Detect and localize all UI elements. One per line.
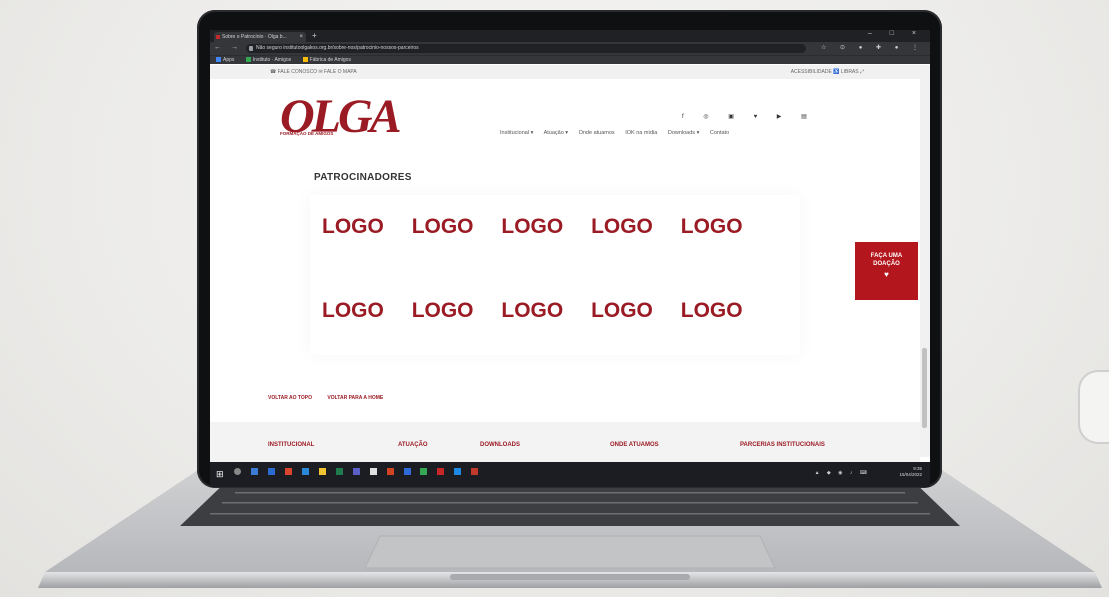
laptop-screen: Sobre o Patrocínio · Olga b... × + – □ ×… (210, 30, 930, 487)
bookmark-item[interactable]: Fábrica de Amigos (302, 57, 351, 63)
nav-item-onde-atuamos[interactable]: Onde atuamos (579, 130, 615, 136)
app-icon[interactable] (369, 468, 377, 475)
web-page: ☎ FALE CONOSCO ✉ FALE O MAPA ACESSIBILID… (210, 65, 920, 462)
donate-line2: DOAÇÃO (873, 261, 900, 267)
bookmark-item[interactable]: Instituto · Amigos (245, 57, 291, 63)
nav-item-downloads[interactable]: Downloads ▾ (668, 130, 700, 136)
app-icon[interactable] (335, 468, 343, 475)
sponsor-logo[interactable]: LOGO (591, 299, 653, 322)
logo-row: LOGO LOGO LOGO LOGO LOGO (322, 215, 802, 239)
clock-date: 15/04/2022 (899, 472, 922, 477)
app-icon[interactable] (284, 468, 292, 475)
sponsor-logo[interactable]: LOGO (591, 215, 653, 238)
sponsor-logo[interactable]: LOGO (681, 215, 743, 238)
window-controls[interactable]: – □ × (868, 30, 924, 37)
task-view-icon[interactable] (250, 468, 258, 475)
back-links: VOLTAR AO TOPO VOLTAR PARA A HOME (268, 395, 397, 401)
browser-tab-bar: Sobre o Patrocínio · Olga b... × + – □ × (210, 30, 930, 42)
app-icon[interactable] (437, 468, 445, 475)
main-nav: Institucional ▾ Atuação ▾ Onde atuamos I… (500, 130, 738, 136)
accessibility-links[interactable]: ACESSIBILIDADE ♿ LIBRAS ⤢ (791, 65, 864, 79)
site-footer: INSTITUCIONAL ATUAÇÃO DOWNLOADS ONDE ATU… (210, 422, 920, 462)
logo-row: LOGO LOGO LOGO LOGO LOGO (322, 299, 802, 323)
sponsor-logo[interactable]: LOGO (322, 215, 384, 238)
heart-icon: ♥ (884, 270, 889, 279)
bookmarks-bar: Apps Instituto · Amigos Fábrica de Amigo… (210, 55, 930, 64)
section-title: PATROCINADORES (314, 172, 412, 183)
footer-link-parcerias[interactable]: PARCERIAS INSTITUCIONAIS (740, 442, 825, 448)
page-scrollbar[interactable] (920, 65, 930, 457)
back-to-home-link[interactable]: VOLTAR PARA A HOME (327, 395, 383, 401)
sponsor-logos-panel: LOGO LOGO LOGO LOGO LOGO LOGO LOGO LOGO … (310, 195, 800, 355)
new-tab-button[interactable]: + (312, 31, 317, 40)
topstrip-links[interactable]: ☎ FALE CONOSCO ✉ FALE O MAPA (270, 65, 357, 79)
apps-icon (216, 57, 221, 63)
sponsor-logo[interactable]: LOGO (681, 299, 743, 322)
nav-item-contato[interactable]: Contato (710, 130, 729, 136)
footer-link-onde-atuamos[interactable]: ONDE ATUAMOS (610, 442, 659, 448)
app-icon[interactable] (403, 468, 411, 475)
app-icon[interactable] (471, 468, 479, 475)
logo-subtext: FORMAÇÃO DE AMIGOS (280, 131, 334, 136)
tab-title: Sobre o Patrocínio · Olga b... (222, 34, 287, 40)
taskbar-apps (234, 468, 486, 477)
nav-item-institucional[interactable]: Institucional ▾ (500, 130, 533, 136)
close-tab-icon[interactable]: × (299, 32, 303, 42)
sponsor-logo[interactable]: LOGO (501, 215, 563, 238)
top-strip: ☎ FALE CONOSCO ✉ FALE O MAPA ACESSIBILID… (210, 65, 920, 79)
side-object (1078, 370, 1109, 444)
sponsor-logo[interactable]: LOGO (322, 299, 384, 322)
app-icon[interactable] (267, 468, 275, 475)
footer-link-atuacao[interactable]: ATUAÇÃO (398, 442, 428, 448)
sponsor-logo[interactable]: LOGO (501, 299, 563, 322)
sponsor-logo[interactable]: LOGO (412, 299, 474, 322)
windows-start-icon[interactable]: ⊞ (216, 469, 224, 480)
app-icon[interactable] (352, 468, 360, 475)
url-text: institutoolgakos.org.br/sobre-nos/patroc… (283, 45, 419, 51)
donate-line1: FAÇA UMA (870, 253, 903, 259)
back-to-top-link[interactable]: VOLTAR AO TOPO (268, 395, 312, 401)
browser-tab[interactable]: Sobre o Patrocínio · Olga b... × (214, 32, 306, 42)
nav-item-iok-na-midia[interactable]: IOK na mídia (625, 130, 657, 136)
system-tray-icons[interactable]: ▲ ◆ ◉ ♪ ⌨ (815, 470, 870, 476)
folder-icon[interactable] (318, 468, 326, 475)
clock[interactable]: 9:35 15/04/2022 (899, 466, 922, 478)
nav-item-atuacao[interactable]: Atuação ▾ (544, 130, 568, 136)
bookmark-icon (302, 57, 308, 63)
lock-icon (249, 46, 253, 51)
scrollbar-thumb[interactable] (922, 348, 927, 428)
bookmark-icon (245, 57, 251, 63)
footer-link-downloads[interactable]: DOWNLOADS (480, 442, 520, 448)
browser-toolbar: ← → ⟳ Não seguro institutoolgakos.org.br… (210, 42, 930, 55)
sponsor-logo[interactable]: LOGO (412, 215, 474, 238)
bookmark-item[interactable]: Apps (216, 57, 234, 63)
footer-link-institucional[interactable]: INSTITUCIONAL (268, 442, 314, 448)
site-favicon-icon (216, 35, 220, 39)
os-taskbar: ⊞ ▲ ◆ ◉ ♪ ⌨ 9:35 15/04/2022 (210, 462, 930, 487)
social-icons[interactable]: f ◎ ▣ ♥ ▶ ▤ (682, 113, 816, 120)
site-logo[interactable]: OLGA FORMAÇÃO DE AMIGOS (280, 93, 402, 143)
address-bar[interactable]: Não seguro institutoolgakos.org.br/sobre… (246, 44, 806, 53)
clock-time: 9:35 (913, 466, 922, 471)
donate-button[interactable]: FAÇA UMA DOAÇÃO ♥ (855, 242, 918, 300)
laptop-base (38, 470, 1102, 588)
app-icon[interactable] (386, 468, 394, 475)
extension-icons[interactable]: ☆ ⊙ ● ✚ ● ⋮ (821, 44, 924, 51)
chrome-icon[interactable] (420, 468, 428, 475)
app-icon[interactable] (454, 468, 462, 475)
search-icon[interactable] (234, 468, 241, 475)
app-icon[interactable] (301, 468, 309, 475)
url-security-label: Não seguro (256, 45, 282, 51)
